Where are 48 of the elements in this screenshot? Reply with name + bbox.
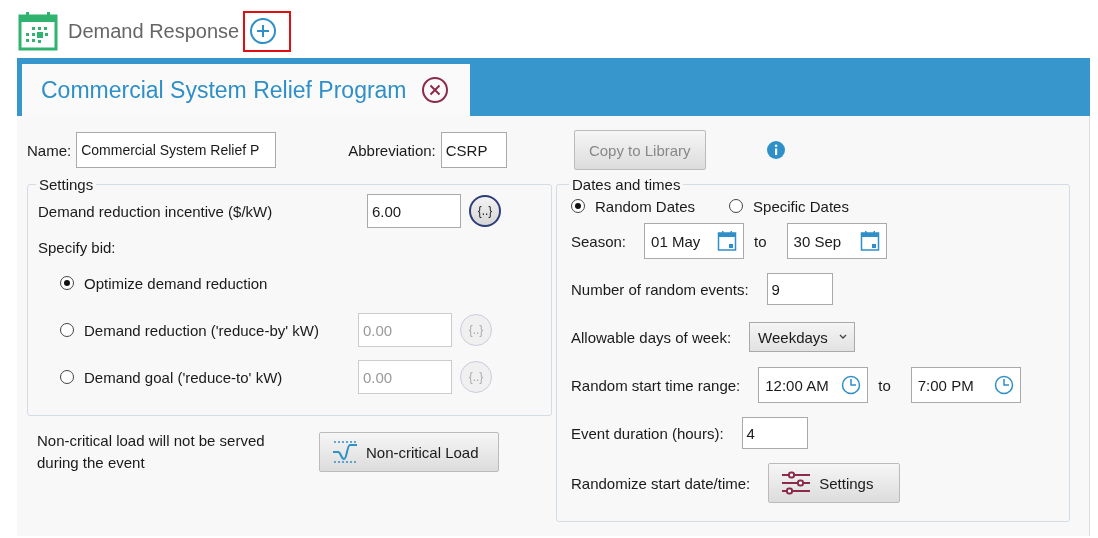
page-title: Demand Response — [68, 19, 240, 43]
radio-label: Demand goal ('reduce-to' kW) — [84, 368, 284, 386]
range-label: to — [754, 232, 767, 250]
calendar-icon[interactable] — [717, 230, 738, 252]
duration-field[interactable]: 4 — [741, 417, 808, 449]
add-icon[interactable] — [249, 16, 278, 45]
field-label: Randomize start date/time: — [571, 474, 751, 492]
radio-label: Random Dates — [595, 197, 696, 215]
caret-icon — [837, 333, 848, 341]
field-label: Specify bid: — [38, 239, 117, 256]
range-label: to — [878, 376, 891, 394]
field-label: Season: — [571, 232, 627, 250]
load-button[interactable]: Non-critical Load — [319, 432, 499, 472]
field-label: Abbreviation: — [348, 141, 436, 159]
radio-button[interactable] — [60, 276, 74, 290]
clock-icon[interactable] — [993, 375, 1014, 395]
time-field[interactable]: 7:00 PM — [910, 367, 1021, 403]
events-field[interactable]: 9 — [766, 273, 833, 305]
group-label: Settings — [38, 176, 95, 193]
radio-button[interactable] — [571, 199, 585, 213]
expression-button[interactable]: {..} — [469, 195, 501, 227]
field-label: Random start time range: — [571, 376, 741, 394]
calendar-icon[interactable] — [859, 230, 880, 252]
field-label: Number of random events: — [571, 280, 749, 298]
date-field[interactable]: 30 Sep — [786, 223, 887, 259]
note-text: Non-critical load will not be served during the event — [37, 431, 266, 473]
clock-icon[interactable] — [841, 375, 862, 395]
settings-button[interactable]: Settings — [768, 463, 901, 503]
group-label: Dates and times — [571, 176, 682, 193]
abbreviation-field[interactable]: CSRP — [440, 132, 507, 168]
name-field[interactable]: Commercial System Relief P — [76, 132, 277, 168]
field-label: Demand reduction incentive ($/kW) — [38, 202, 274, 220]
radio-label: Demand reduction ('reduce-by' kW) — [84, 321, 320, 339]
sliders-icon — [781, 471, 812, 495]
radio-label: Optimize demand reduction — [84, 274, 269, 292]
date-field[interactable]: 01 May — [644, 223, 745, 259]
info-icon[interactable] — [765, 140, 786, 160]
field-label: Allowable days of week: — [571, 328, 732, 346]
radio-label: Specific Dates — [753, 197, 849, 215]
load-curve-icon — [332, 439, 358, 465]
incentive-field[interactable]: 6.00 — [367, 194, 461, 228]
close-icon[interactable] — [420, 76, 449, 104]
calendar-icon — [18, 11, 58, 51]
radio-button[interactable] — [729, 199, 744, 213]
time-field[interactable]: 12:00 AM — [758, 367, 869, 403]
days-dropdown[interactable]: Weekdays — [749, 322, 855, 352]
field-label: Name: — [27, 141, 72, 159]
field-label: Event duration (hours): — [571, 424, 724, 442]
